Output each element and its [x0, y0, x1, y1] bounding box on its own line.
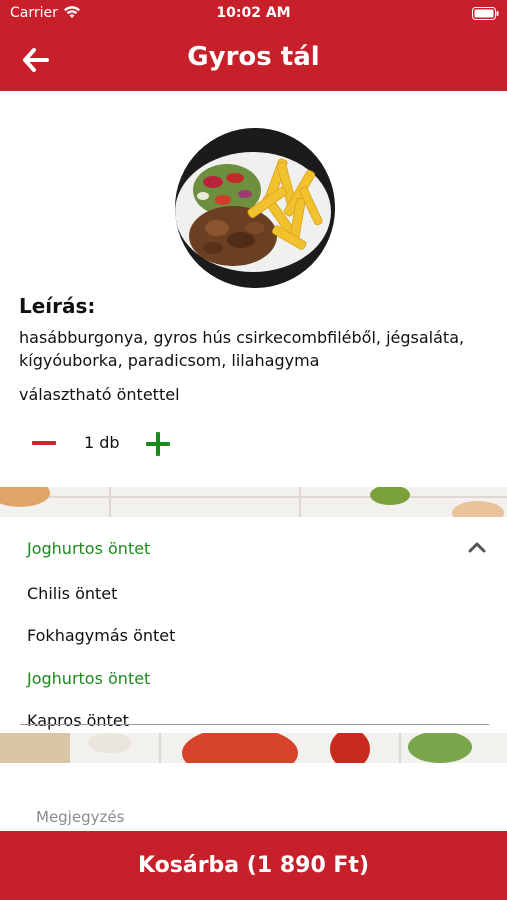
- sauce-dropdown: Joghurtos öntet Chilis öntet Fokhagymás …: [0, 517, 507, 733]
- note-input[interactable]: [34, 803, 478, 831]
- description-heading: Leírás:: [19, 294, 96, 318]
- page-title: Gyros tál: [187, 42, 320, 72]
- sauce-option-chilis[interactable]: Chilis öntet: [27, 584, 117, 603]
- dropdown-divider: [20, 724, 489, 725]
- minus-icon: [32, 441, 56, 445]
- status-time: 10:02 AM: [216, 5, 291, 21]
- decrease-quantity-button[interactable]: [30, 430, 58, 456]
- chevron-up-icon[interactable]: [468, 541, 486, 553]
- sauce-dropdown-selected[interactable]: Joghurtos öntet: [27, 539, 150, 558]
- sauce-option-fokhagymas[interactable]: Fokhagymás öntet: [27, 626, 175, 645]
- plus-icon: [146, 432, 170, 456]
- sauce-option-kapros[interactable]: Kapros öntet: [27, 711, 129, 730]
- quantity-value: 1 db: [84, 433, 120, 452]
- sauce-option-joghurtos[interactable]: Joghurtos öntet: [27, 669, 150, 688]
- add-to-cart-button[interactable]: Kosárba (1 890 Ft): [0, 831, 507, 900]
- status-bar: Carrier 10:02 AM: [0, 0, 507, 28]
- nav-bar: Gyros tál: [0, 28, 507, 91]
- sauce-note: választható öntettel: [19, 385, 180, 404]
- battery-icon: [472, 7, 499, 20]
- description-text: hasábburgonya, gyros hús csirkecombfiléb…: [19, 328, 465, 370]
- increase-quantity-button[interactable]: [144, 430, 172, 458]
- product-image: [175, 128, 335, 288]
